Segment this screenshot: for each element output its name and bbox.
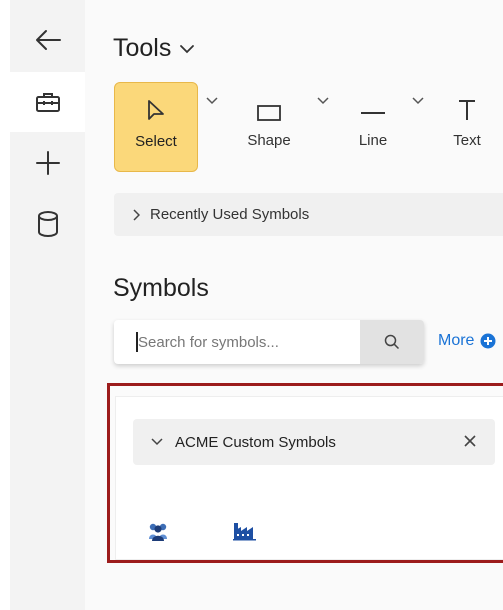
symbol-results-highlight: ACME Custom Symbols	[107, 383, 503, 563]
shape-options-caret[interactable]	[316, 96, 330, 106]
group-header: ACME Custom Symbols	[133, 419, 495, 465]
text-tool-label: Text	[453, 132, 481, 149]
search-icon	[384, 334, 400, 350]
line-options-caret[interactable]	[411, 96, 425, 106]
shape-tool-button[interactable]: Shape	[233, 82, 305, 172]
back-button[interactable]	[10, 10, 85, 70]
tools-panel: Tools Select Shape Line Text Recently Us…	[85, 0, 503, 610]
group-name: ACME Custom Symbols	[175, 433, 336, 451]
people-group-icon	[149, 523, 167, 541]
back-arrow-icon	[35, 30, 61, 50]
tools-header[interactable]: Tools	[113, 34, 195, 63]
text-tool-button[interactable]: Text	[439, 82, 495, 172]
tools-rail-button[interactable]	[10, 72, 85, 132]
recently-used-label: Recently Used Symbols	[150, 206, 310, 223]
tools-title: Tools	[113, 34, 172, 62]
chevron-right-icon	[132, 208, 140, 221]
recently-used-symbols-section[interactable]: Recently Used Symbols	[114, 193, 503, 236]
line-tool-label: Line	[358, 132, 388, 149]
toolbox-icon	[35, 93, 60, 112]
text-icon	[459, 100, 475, 120]
app-frame: Tools Select Shape Line Text Recently Us…	[0, 0, 503, 610]
factory-icon	[233, 523, 256, 541]
add-rail-button[interactable]	[10, 133, 85, 193]
database-icon	[37, 211, 58, 238]
select-tool-label: Select	[135, 133, 177, 150]
symbol-search-input[interactable]	[136, 332, 360, 352]
more-symbols-link[interactable]: More	[438, 332, 496, 350]
shape-tool-label: Shape	[247, 132, 291, 149]
plus-icon	[35, 151, 60, 175]
rectangle-icon	[257, 105, 281, 121]
symbols-title: Symbols	[113, 274, 209, 302]
more-label: More	[438, 332, 475, 349]
chevron-down-icon	[180, 44, 195, 53]
line-icon	[361, 112, 385, 114]
left-rail	[10, 0, 85, 610]
pointer-icon	[148, 100, 164, 120]
custom-symbols-group: ACME Custom Symbols	[115, 396, 503, 560]
symbol-search	[114, 320, 424, 364]
add-circle-icon	[480, 333, 496, 349]
chevron-down-icon[interactable]	[151, 438, 163, 446]
select-tool-button[interactable]: Select	[114, 82, 198, 172]
line-tool-button[interactable]: Line	[343, 82, 403, 172]
close-icon[interactable]	[463, 434, 477, 448]
symbol-people-group[interactable]	[141, 514, 175, 548]
symbol-factory[interactable]	[228, 514, 262, 548]
data-rail-button[interactable]	[10, 194, 85, 254]
select-options-caret[interactable]	[205, 96, 219, 106]
search-button[interactable]	[360, 320, 424, 364]
